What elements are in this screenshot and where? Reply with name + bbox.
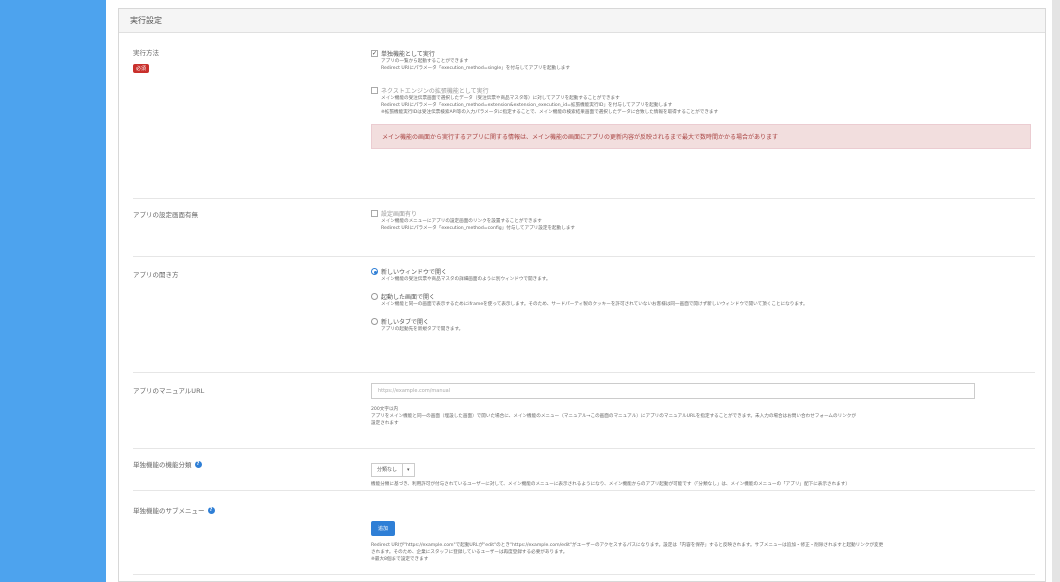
help-circle-icon[interactable]: ? xyxy=(207,506,215,514)
panel-title: 実行設定 xyxy=(119,9,1045,33)
exec-extension-desc-3: ※拡張機能実行IDは受注伝票検索API等の入力パラメータに指定することで、メイン… xyxy=(381,110,719,115)
exec-single-desc-2: Redirect URIにパラメータ「execution_method=sing… xyxy=(381,66,570,71)
exec-single-desc-1: アプリの一覧から起動することができます xyxy=(381,59,469,64)
manual-url-row: アプリのマニュアルURL https://example.com/manual … xyxy=(133,373,1035,449)
radio-icon[interactable] xyxy=(371,318,378,325)
open-mode-label: アプリの開き方 xyxy=(133,271,179,279)
left-sidebar xyxy=(0,0,106,582)
open-same-screen-option[interactable]: 起動した画面で開く xyxy=(371,292,1031,301)
config-option[interactable]: 設定画面有り xyxy=(371,209,1031,218)
execution-settings-panel: 実行設定 実行方法 必須 ✓ 単独機能として実行 アプリの一覧から起動することが… xyxy=(118,8,1046,582)
open-new-window-desc: メイン機能の受注伝票や商品マスタの詳細画面のように別ウィンドウで開きます。 xyxy=(381,277,551,282)
exec-method-row: 実行方法 必須 ✓ 単独機能として実行 アプリの一覧から起動することができます … xyxy=(133,47,1035,199)
submenu-row: 単独機能のサブメニュー ? 追加 Redirect URIが"https://e… xyxy=(133,491,1035,575)
radio-icon[interactable] xyxy=(371,293,378,300)
submenu-desc-3: ※最大8個まで設定できます xyxy=(371,557,429,562)
checkbox-icon[interactable] xyxy=(371,87,378,94)
checkbox-checked-icon[interactable]: ✓ xyxy=(371,50,378,57)
category-label: 単独機能の機能分類 ? xyxy=(133,459,202,469)
help-circle-icon[interactable]: ? xyxy=(194,460,202,468)
open-same-screen-desc: メイン機能と同一の画面で表示するためにiframeを使って表示します。そのため、… xyxy=(381,302,808,307)
manual-url-input[interactable]: https://example.com/manual xyxy=(371,383,975,399)
config-label: アプリの設定画面有無 xyxy=(133,211,198,219)
manual-url-desc-1: 200文字以内 xyxy=(371,407,399,412)
config-row: アプリの設定画面有無 設定画面有り メイン機能のメニューにアプリの設定画面のリン… xyxy=(133,199,1035,257)
exec-method-label: 実行方法 xyxy=(133,49,159,57)
exec-extension-option[interactable]: ネクストエンジンの拡張機能として実行 xyxy=(371,86,1031,95)
submenu-desc-2: されます。そのため、企業にスタッフに登録しているユーザーは再度登録する必要があり… xyxy=(371,550,568,555)
alert-message: メイン機能の画面から実行するアプリに関する情報は、メイン機能の画面にアプリの更新… xyxy=(371,124,1031,149)
add-submenu-button[interactable]: 追加 xyxy=(371,521,396,536)
checkbox-icon[interactable] xyxy=(371,210,378,217)
exec-extension-desc-2: Redirect URIにパラメータ「execution_method=exte… xyxy=(381,103,673,108)
category-row: 単独機能の機能分類 ? 分類なし ▾ 機能分類に基づき、利用許可が付与されている… xyxy=(133,449,1035,491)
open-new-tab-desc: アプリの起動先を新規タブで開きます。 xyxy=(381,327,464,332)
open-mode-row: アプリの開き方 新しいウィンドウで開く メイン機能の受注伝票や商品マスタの詳細画… xyxy=(133,257,1035,373)
submenu-desc-1: Redirect URIが"https://example.com"で起動URL… xyxy=(371,543,884,548)
submenu-label: 単独機能のサブメニュー ? xyxy=(133,505,215,515)
category-desc: 機能分類に基づき、利用許可が付与されているユーザーに対して、メイン機能のメニュー… xyxy=(371,481,850,487)
category-select[interactable]: 分類なし ▾ xyxy=(371,462,415,477)
manual-url-desc-2: アプリをメイン機能と同一の画面（埋設した画面）で開いた場合に、メイン機能のメニュ… xyxy=(371,414,856,419)
radio-selected-icon[interactable] xyxy=(371,268,378,275)
open-new-window-option[interactable]: 新しいウィンドウで開く xyxy=(371,267,1031,276)
exec-single-option[interactable]: ✓ 単独機能として実行 xyxy=(371,49,1031,58)
config-desc-2: Redirect URIにパラメータ「execution_method=conf… xyxy=(381,226,576,231)
config-desc-1: メイン機能のメニューにアプリの設定画面のリンクを設置することができます xyxy=(381,219,542,224)
open-new-tab-option[interactable]: 新しいタブで開く xyxy=(371,317,1031,326)
manual-url-label: アプリのマニュアルURL xyxy=(133,387,205,395)
required-badge: 必須 xyxy=(133,64,150,73)
exec-extension-desc-1: メイン機能の受注伝票画面で選択したデータ（受注伝票や商品マスタ等）に対してアプリ… xyxy=(381,96,620,101)
scrollbar-track[interactable] xyxy=(1052,0,1060,582)
manual-url-desc-3: 設定されます xyxy=(371,421,399,426)
caret-down-icon: ▾ xyxy=(402,463,414,476)
